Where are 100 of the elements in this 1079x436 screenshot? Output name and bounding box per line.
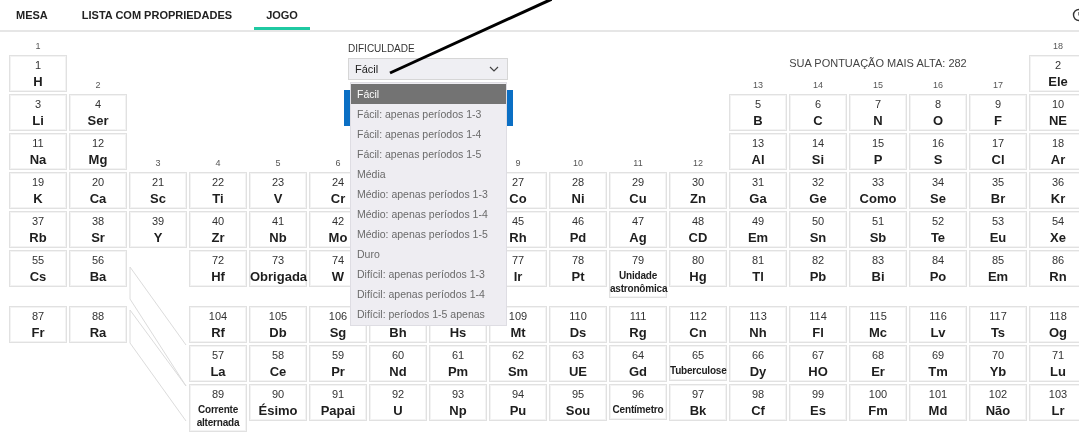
element-symbol: Zr: [211, 230, 225, 245]
element-symbol: Db: [269, 325, 287, 340]
element-symbol: Tuberculose: [670, 364, 726, 377]
atomic-number: 67: [811, 349, 825, 362]
element-symbol: Ca: [89, 191, 107, 206]
atomic-number: 110: [569, 310, 587, 323]
atomic-number: 12: [91, 137, 105, 150]
element-symbol: Centímetro: [612, 403, 664, 416]
atomic-number: 41: [271, 215, 285, 228]
element-symbol: Lv: [930, 325, 946, 340]
group-number: 10: [572, 158, 584, 169]
atomic-number: 68: [871, 349, 885, 362]
atomic-number: 38: [91, 215, 105, 228]
element-symbol: CD: [688, 230, 708, 245]
element-symbol: Nh: [749, 325, 767, 340]
atomic-number: 100: [868, 388, 888, 401]
element-symbol: Pt: [571, 269, 585, 284]
atomic-number: 66: [751, 349, 765, 362]
element-symbol: Ra: [89, 325, 107, 340]
element-symbol: Hg: [689, 269, 707, 284]
atomic-number: 109: [508, 310, 528, 323]
element-symbol: Unidade astronômica: [610, 269, 666, 295]
atomic-number: 50: [811, 215, 825, 228]
element-symbol: Br: [990, 191, 1006, 206]
atomic-number: 112: [689, 310, 707, 323]
group-number: 15: [872, 80, 884, 91]
atomic-number: 74: [331, 254, 345, 267]
element-symbol: Papai: [320, 403, 356, 418]
atomic-number: 115: [869, 310, 887, 323]
element-symbol: Rf: [211, 325, 225, 340]
atomic-number: 79: [631, 254, 645, 267]
group-number: 16: [932, 80, 944, 91]
atomic-number: 22: [211, 176, 225, 189]
element-symbol: Sb: [869, 230, 887, 245]
element-symbol: Sc: [150, 191, 166, 206]
element-symbol: W: [331, 269, 345, 284]
group-number: 13: [752, 80, 764, 91]
element-symbol: Mg: [88, 152, 108, 167]
element-symbol: Xe: [1050, 230, 1066, 245]
element-symbol: Ba: [89, 269, 107, 284]
atomic-number: 62: [511, 349, 525, 362]
atomic-number: 63: [571, 349, 585, 362]
element-symbol: Nd: [389, 364, 407, 379]
atomic-number: 45: [511, 215, 525, 228]
atomic-number: 57: [211, 349, 225, 362]
atomic-number: 101: [928, 388, 948, 401]
element-symbol: Ds: [569, 325, 587, 340]
group-number: 9: [514, 158, 522, 169]
atomic-number: 90: [271, 388, 285, 401]
element-symbol: Hs: [449, 325, 467, 340]
atomic-number: 19: [31, 176, 45, 189]
element-symbol: Cr: [330, 191, 346, 206]
element-symbol: Bi: [871, 269, 885, 284]
element-symbol: Ele: [1048, 74, 1068, 89]
atomic-number: 42: [331, 215, 345, 228]
element-symbol: Hf: [211, 269, 225, 284]
element-symbol: Ge: [809, 191, 827, 206]
element-symbol: Rg: [629, 325, 647, 340]
atomic-number: 91: [331, 388, 345, 401]
atomic-number: 94: [511, 388, 525, 401]
atomic-number: 13: [751, 137, 765, 150]
atomic-number: 30: [691, 176, 705, 189]
atomic-number: 56: [91, 254, 105, 267]
atomic-number: 53: [991, 215, 1005, 228]
atomic-number: 81: [751, 254, 765, 267]
atomic-number: 96: [631, 388, 645, 401]
element-symbol: Dy: [749, 364, 767, 379]
element-symbol: H: [33, 74, 43, 89]
atomic-number: 55: [31, 254, 45, 267]
atomic-number: 71: [1051, 349, 1065, 362]
element-symbol: Nb: [269, 230, 287, 245]
group-number: 6: [334, 158, 342, 169]
element-symbol: Gd: [628, 364, 648, 379]
atomic-number: 93: [451, 388, 465, 401]
element-symbol: Yb: [989, 364, 1007, 379]
atomic-number: 78: [571, 254, 585, 267]
atomic-number: 59: [331, 349, 345, 362]
atomic-number: 1: [34, 59, 42, 72]
element-symbol: U: [393, 403, 403, 418]
element-symbol: Kr: [1050, 191, 1066, 206]
atomic-number: 4: [94, 98, 102, 111]
element-symbol: Lu: [1050, 364, 1066, 379]
atomic-number: 34: [931, 176, 945, 189]
element-symbol: Zn: [690, 191, 706, 206]
group-number: 2: [94, 80, 102, 91]
atomic-number: 80: [691, 254, 705, 267]
atomic-number: 10: [1051, 98, 1065, 111]
group-number: 4: [214, 158, 222, 169]
element-symbol: Ga: [749, 191, 767, 206]
atomic-number: 48: [691, 215, 705, 228]
element-symbol: Sg: [329, 325, 347, 340]
atomic-number: 97: [691, 388, 705, 401]
element-symbol: Corrente alternada: [195, 403, 241, 429]
element-symbol: Em: [987, 269, 1009, 284]
element-symbol: Sm: [507, 364, 529, 379]
atomic-number: 52: [931, 215, 945, 228]
atomic-number: 2: [1054, 59, 1062, 72]
atomic-number: 111: [629, 310, 647, 323]
element-symbol: Pu: [509, 403, 527, 418]
element-symbol: Ar: [1050, 152, 1066, 167]
